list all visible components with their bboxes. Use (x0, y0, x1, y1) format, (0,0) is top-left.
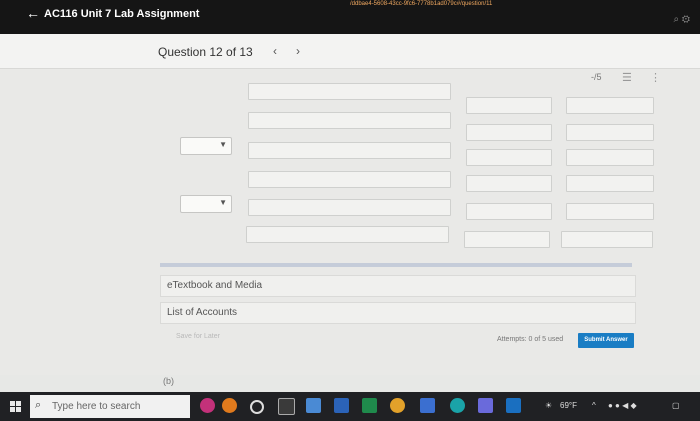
next-part-label: (b) (163, 376, 174, 386)
chevron-down-icon: ▼ (219, 198, 227, 207)
account-input[interactable] (246, 226, 449, 243)
debit-input[interactable] (466, 124, 552, 141)
profile-icon[interactable] (200, 398, 215, 413)
credit-input[interactable] (566, 97, 654, 114)
list-of-accounts-label: List of Accounts (167, 307, 238, 318)
etextbook-label: eTextbook and Media (167, 280, 263, 291)
account-input[interactable] (248, 142, 451, 159)
debit-input[interactable] (466, 175, 552, 192)
score-label: -/5 (591, 72, 602, 82)
credit-input[interactable] (566, 203, 654, 220)
search-icon: ⌕ (35, 399, 42, 411)
back-arrow-icon[interactable]: ← (26, 5, 40, 21)
debit-input[interactable] (466, 149, 552, 166)
browser-toolbar-icons[interactable]: ⌕ ⚙ (674, 14, 690, 25)
question-counter: Question 12 of 13 (158, 45, 253, 59)
list-of-accounts-link[interactable]: List of Accounts (160, 302, 636, 324)
notification-icon[interactable]: ▢ (672, 401, 680, 410)
list-icon[interactable]: ☰ (622, 71, 632, 84)
store-icon[interactable] (506, 398, 521, 413)
edge-icon[interactable] (450, 398, 465, 413)
app-title-bar: ← AC116 Unit 7 Lab Assignment /ddbae4-56… (0, 0, 700, 34)
save-for-later-button[interactable]: Save for Later (176, 333, 220, 340)
search-placeholder: Type here to search (52, 401, 141, 412)
more-vertical-icon[interactable]: ⋮ (650, 71, 661, 84)
cortana-icon[interactable] (250, 400, 264, 414)
etextbook-media-link[interactable]: eTextbook and Media (160, 275, 636, 297)
weather-temperature[interactable]: 69°F (560, 401, 577, 410)
weather-icon[interactable]: ☀ (545, 401, 552, 410)
account-input[interactable] (248, 199, 451, 216)
question-content: -/5 ☰ ⋮ ▼ ▼ eTextbook and Media List of … (0, 69, 700, 386)
date-dropdown[interactable]: ▼ (180, 195, 232, 213)
credit-input[interactable] (566, 175, 654, 192)
account-input[interactable] (248, 83, 451, 100)
assignment-title: AC116 Unit 7 Lab Assignment (44, 8, 200, 20)
word-icon[interactable] (334, 398, 349, 413)
excel-icon[interactable] (362, 398, 377, 413)
submit-answer-button[interactable]: Submit Answer (578, 333, 634, 348)
credit-input[interactable] (561, 231, 653, 248)
app-icon[interactable] (222, 398, 237, 413)
question-navigation-bar: Question 12 of 13 ‹ › (0, 34, 700, 69)
account-input[interactable] (248, 171, 451, 188)
chevron-down-icon: ▼ (219, 140, 227, 149)
chevron-up-icon[interactable]: ^ (592, 401, 596, 410)
credit-input[interactable] (566, 149, 654, 166)
debit-input[interactable] (464, 231, 550, 248)
section-divider (160, 263, 632, 267)
windows-start-icon[interactable] (10, 401, 22, 413)
next-question-button[interactable]: › (296, 44, 300, 58)
app-icon[interactable] (478, 398, 493, 413)
debit-input[interactable] (466, 203, 552, 220)
file-explorer-icon[interactable] (306, 398, 321, 413)
attempts-counter: Attempts: 0 of 5 used (497, 336, 564, 343)
windows-taskbar: ⌕ Type here to search ☀ 69°F ^ ● ● ◀ ◆ ▢ (0, 392, 700, 421)
mail-icon[interactable] (420, 398, 435, 413)
credit-input[interactable] (566, 124, 654, 141)
account-input[interactable] (248, 112, 451, 129)
taskbar-search-box[interactable]: ⌕ Type here to search (30, 395, 190, 418)
system-tray-icons[interactable]: ● ● ◀ ◆ (608, 401, 637, 410)
url-fragment: /ddbae4-5608-43cc-9fc6-7778b1ad079c#/que… (350, 1, 493, 7)
task-view-icon[interactable] (278, 398, 295, 415)
previous-question-button[interactable]: ‹ (273, 44, 277, 58)
debit-input[interactable] (466, 97, 552, 114)
date-dropdown[interactable]: ▼ (180, 137, 232, 155)
chrome-icon[interactable] (390, 398, 405, 413)
